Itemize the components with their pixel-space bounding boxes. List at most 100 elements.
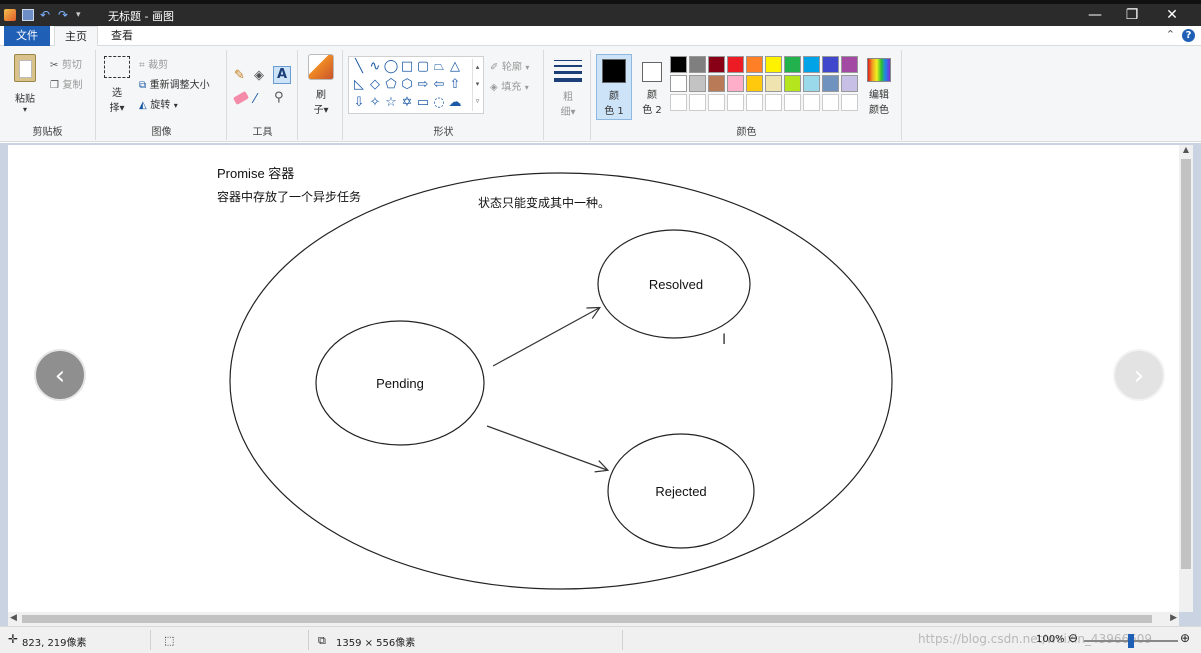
right-triangle-shape-icon[interactable]: ◺ (351, 77, 367, 93)
palette-swatch[interactable] (708, 75, 725, 92)
palette-swatch[interactable] (784, 75, 801, 92)
rotate-button[interactable]: ◭ 旋转 ▾ (139, 96, 178, 111)
edit-colors-button[interactable]: 编辑 颜色 (862, 54, 896, 120)
fill-button[interactable]: ◈ 填充 ▾ (490, 78, 529, 93)
magnifier-icon[interactable]: ⚲ (274, 90, 284, 105)
undo-icon[interactable]: ↶ (40, 9, 52, 21)
color2-button[interactable]: 颜 色 2 (636, 54, 668, 120)
zoom-slider[interactable] (1084, 634, 1178, 648)
restore-button[interactable]: ❐ (1112, 4, 1152, 26)
right-arrow-shape-icon[interactable]: ⇨ (415, 77, 431, 93)
diamond-shape-icon[interactable]: ◇ (367, 77, 383, 93)
custom-color-slot[interactable] (784, 94, 801, 111)
custom-color-slot[interactable] (822, 94, 839, 111)
cut-button[interactable]: ✂ 剪切 (50, 56, 82, 71)
palette-swatch[interactable] (841, 56, 858, 73)
redo-icon[interactable]: ↷ (58, 9, 70, 21)
palette-swatch[interactable] (803, 75, 820, 92)
select-button[interactable]: 选 择▾ (103, 56, 131, 120)
palette-swatch[interactable] (803, 56, 820, 73)
shapes-scroll-icon[interactable]: ▴ ▾ ▿ (472, 59, 482, 111)
cloud-callout-shape-icon[interactable]: ☁ (447, 95, 463, 111)
custom-color-slot[interactable] (765, 94, 782, 111)
drawing-canvas[interactable]: Promise 容器 容器中存放了一个异步任务 状态只能变成其中一种。 Pend… (8, 145, 1179, 612)
five-point-star-shape-icon[interactable]: ☆ (383, 95, 399, 111)
scroll-up-icon[interactable]: ▲ (1179, 145, 1193, 154)
palette-swatch[interactable] (670, 56, 687, 73)
palette-swatch[interactable] (822, 56, 839, 73)
palette-swatch[interactable] (841, 75, 858, 92)
paint-app-icon (4, 9, 16, 21)
zoom-out-icon[interactable]: ⊖ (1068, 631, 1078, 645)
custom-color-slot[interactable] (841, 94, 858, 111)
custom-color-slot[interactable] (803, 94, 820, 111)
palette-swatch[interactable] (765, 75, 782, 92)
rounded-rectangle-shape-icon[interactable]: ▢ (415, 59, 431, 75)
tab-file[interactable]: 文件 (4, 26, 50, 46)
palette-swatch[interactable] (708, 56, 725, 73)
palette-swatch[interactable] (822, 75, 839, 92)
palette-swatch[interactable] (670, 75, 687, 92)
rect-callout-shape-icon[interactable]: ▭ (415, 95, 431, 111)
palette-swatch[interactable] (689, 75, 706, 92)
oval-callout-shape-icon[interactable]: ◌ (431, 95, 447, 111)
tab-view[interactable]: 查看 (102, 26, 142, 46)
help-icon[interactable]: ? (1182, 29, 1195, 42)
minimize-button[interactable]: — (1075, 4, 1115, 26)
zoom-slider-thumb[interactable] (1128, 634, 1134, 648)
hexagon-shape-icon[interactable]: ⬡ (399, 77, 415, 93)
oval-shape-icon[interactable]: ◯ (383, 59, 399, 75)
up-arrow-shape-icon[interactable]: ⇧ (447, 77, 463, 93)
crop-button[interactable]: ⌗ 裁剪 (139, 56, 168, 71)
collapse-ribbon-icon[interactable]: ⌃ (1166, 28, 1175, 41)
size-button[interactable]: 粗 细▾ (553, 56, 583, 122)
palette-swatch[interactable] (746, 56, 763, 73)
resize-button[interactable]: ⧉ 重新调整大小 (139, 76, 210, 91)
palette-swatch[interactable] (765, 56, 782, 73)
curve-shape-icon[interactable]: ∿ (367, 59, 383, 75)
canvas-size: 1359 × 556像素 (336, 638, 416, 649)
palette-swatch[interactable] (727, 75, 744, 92)
horizontal-scrollbar[interactable]: ◀ ▶ (8, 612, 1179, 626)
custom-color-slot[interactable] (746, 94, 763, 111)
custom-color-slot[interactable] (689, 94, 706, 111)
next-arrow-button[interactable]: › (1113, 349, 1165, 401)
scroll-right-icon[interactable]: ▶ (1170, 613, 1177, 623)
custom-color-slot[interactable] (727, 94, 744, 111)
text-tool-icon[interactable]: A (273, 66, 291, 84)
pentagon-shape-icon[interactable]: ⬠ (383, 77, 399, 93)
six-point-star-shape-icon[interactable]: ✡ (399, 95, 415, 111)
down-arrow-shape-icon[interactable]: ⇩ (351, 95, 367, 111)
close-button[interactable]: ✕ (1152, 4, 1192, 26)
vertical-scrollbar[interactable]: ▲ (1179, 145, 1193, 612)
line-shape-icon[interactable]: ╲ (351, 59, 367, 75)
custom-color-slot[interactable] (708, 94, 725, 111)
save-icon[interactable] (22, 9, 34, 21)
vertical-scroll-thumb[interactable] (1181, 159, 1191, 569)
brush-button[interactable]: 刷 子▾ (305, 54, 337, 120)
scroll-left-icon[interactable]: ◀ (10, 613, 17, 623)
previous-arrow-button[interactable]: ‹ (34, 349, 86, 401)
tab-home[interactable]: 主页 (54, 26, 98, 47)
eraser-icon[interactable] (232, 91, 250, 105)
palette-swatch[interactable] (689, 56, 706, 73)
horizontal-scroll-thumb[interactable] (22, 615, 1152, 623)
palette-swatch[interactable] (784, 56, 801, 73)
triangle-shape-icon[interactable]: △ (447, 59, 463, 75)
customize-dropdown-icon[interactable]: ▾ (76, 9, 88, 21)
outline-button[interactable]: ✐ 轮廓 ▾ (490, 58, 529, 73)
palette-swatch[interactable] (746, 75, 763, 92)
rectangle-shape-icon[interactable]: □ (399, 59, 415, 75)
color-picker-icon[interactable]: ⁄ (254, 92, 256, 107)
fill-bucket-icon[interactable]: ◈ (254, 68, 264, 83)
paste-button[interactable]: 粘贴 ▾ (10, 54, 40, 116)
custom-color-slot[interactable] (670, 94, 687, 111)
color1-button[interactable]: 颜 色 1 (596, 54, 632, 120)
left-arrow-shape-icon[interactable]: ⇦ (431, 77, 447, 93)
four-point-star-shape-icon[interactable]: ✧ (367, 95, 383, 111)
palette-swatch[interactable] (727, 56, 744, 73)
polygon-shape-icon[interactable]: ⏢ (431, 59, 447, 75)
pencil-icon[interactable]: ✎ (234, 68, 245, 83)
copy-button[interactable]: ❐ 复制 (50, 76, 82, 91)
zoom-in-icon[interactable]: ⊕ (1180, 631, 1190, 645)
